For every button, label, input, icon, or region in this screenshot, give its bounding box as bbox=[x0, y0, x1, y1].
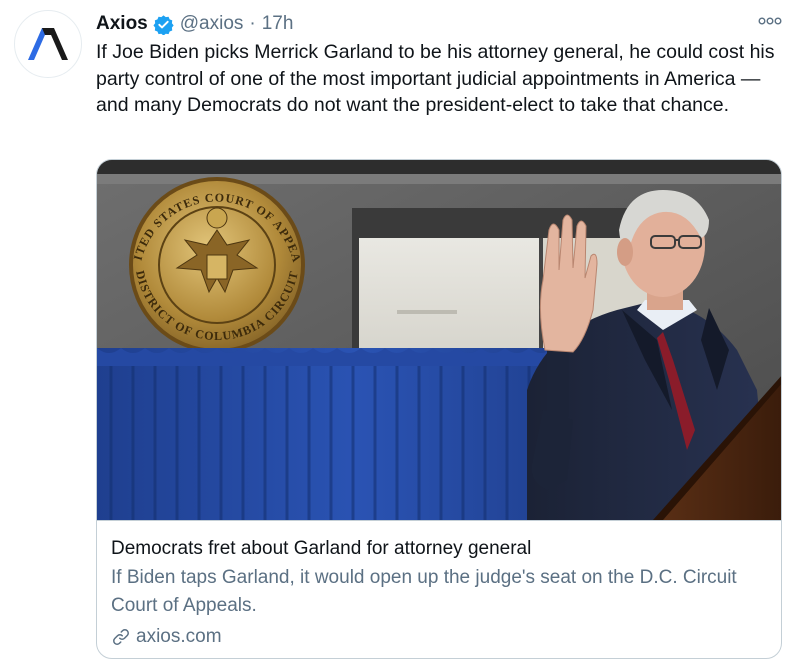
header-separator: · bbox=[249, 13, 256, 34]
tweet-text: If Joe Biden picks Merrick Garland to be… bbox=[96, 41, 775, 116]
axios-logo-icon bbox=[28, 28, 68, 60]
card-domain[interactable]: axios.com bbox=[111, 624, 222, 650]
tweet-timestamp[interactable]: 17h bbox=[262, 13, 294, 35]
author-handle[interactable]: @axios bbox=[180, 13, 244, 35]
card-title[interactable]: Democrats fret about Garland for attorne… bbox=[111, 537, 531, 561]
avatar[interactable] bbox=[14, 10, 82, 78]
link-icon bbox=[111, 627, 131, 647]
card-image[interactable]: UNITED STATES COURT OF APPEALS DISTRICT … bbox=[97, 160, 782, 520]
verified-badge-icon bbox=[153, 14, 174, 35]
card-domain-text: axios.com bbox=[136, 626, 222, 647]
tweet-header: Axios @axios · 17h bbox=[96, 11, 293, 37]
link-card[interactable]: UNITED STATES COURT OF APPEALS DISTRICT … bbox=[96, 159, 782, 659]
more-options-icon[interactable] bbox=[758, 12, 782, 30]
card-description: If Biden taps Garland, it would open up … bbox=[111, 567, 737, 616]
author-display-name[interactable]: Axios bbox=[96, 13, 148, 35]
card-body[interactable]: Democrats fret about Garland for attorne… bbox=[97, 520, 781, 658]
